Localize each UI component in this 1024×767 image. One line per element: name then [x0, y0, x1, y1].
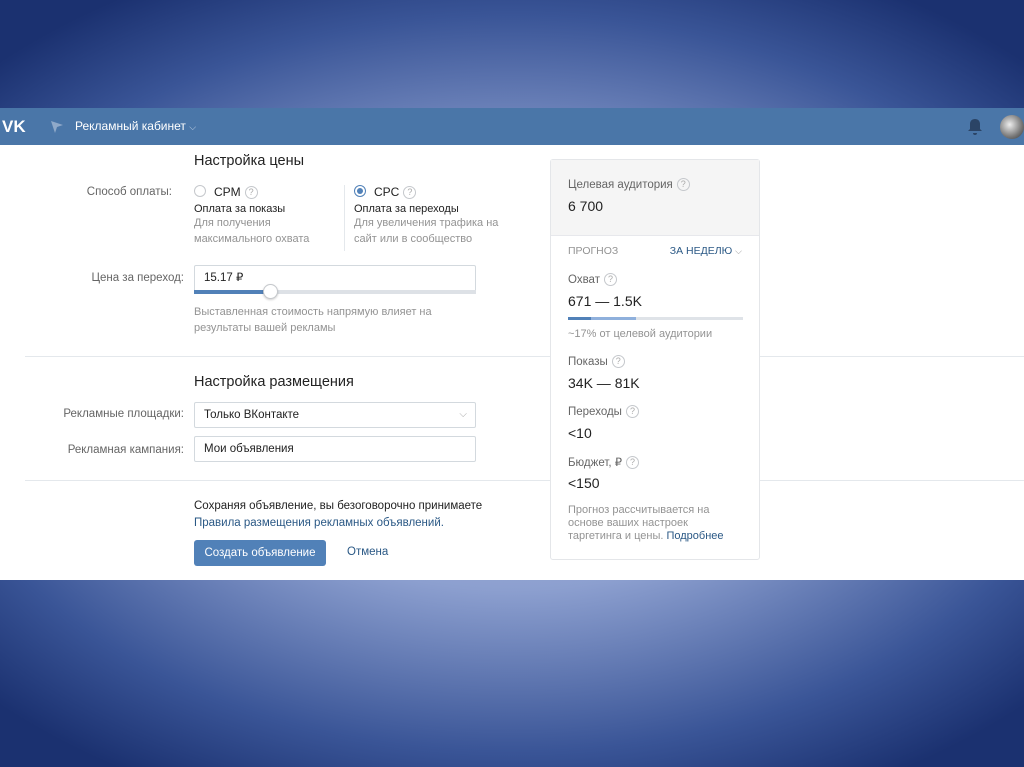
audience-label: Целевая аудитория	[568, 179, 673, 191]
campaign-value: Мои объявления	[204, 443, 294, 455]
campaign-label: Рекламная кампания:	[67, 444, 184, 456]
campaign-input[interactable]: Мои объявления	[194, 436, 476, 462]
clicks-label: Переходы	[568, 406, 622, 418]
option-cpc[interactable]: CPC? Оплата за переходы Для увеличения т…	[354, 185, 498, 247]
create-ad-button[interactable]: Создать объявление	[194, 540, 326, 566]
top-header: VK Рекламный кабинет ⌵	[0, 108, 1024, 145]
period-dropdown[interactable]: ЗА НЕДЕЛЮ ⌵	[670, 245, 742, 257]
platforms-label: Рекламные площадки:	[63, 408, 184, 420]
note-line: Прогноз рассчитывается на	[568, 504, 710, 516]
divider	[344, 185, 345, 251]
ads-cabinet-menu[interactable]: Рекламный кабинет ⌵	[75, 119, 196, 133]
platforms-select[interactable]: Только ВКонтакте ⌵	[194, 402, 476, 428]
bell-icon[interactable]	[966, 118, 984, 136]
currency-sign: ₽	[614, 457, 623, 469]
divider	[25, 480, 1024, 481]
reach-bar-min	[568, 317, 591, 320]
cpc-radio[interactable]	[354, 185, 366, 197]
price-label: Цена за переход:	[91, 272, 184, 284]
audience-value: 6 700	[568, 198, 604, 214]
help-icon[interactable]: ?	[626, 456, 640, 469]
platforms-value: Только ВКонтакте	[204, 409, 300, 421]
cancel-button[interactable]: Отмена	[347, 546, 388, 558]
chevron-down-icon: ⌵	[735, 246, 742, 256]
more-link[interactable]: Подробнее	[666, 530, 723, 542]
slider-handle[interactable]	[263, 284, 279, 299]
budget-label: Бюджет,	[568, 457, 612, 469]
avatar[interactable]	[1000, 115, 1024, 139]
reach-note: ~17% от целевой аудитории	[568, 328, 713, 340]
help-icon[interactable]: ?	[603, 273, 617, 286]
reach-value: 671 — 1.5K	[568, 293, 642, 309]
svg-text:VK: VK	[2, 118, 26, 134]
reach-bar	[568, 317, 743, 320]
help-icon[interactable]: ?	[244, 186, 258, 199]
hint-line: результаты вашей рекламы	[194, 322, 336, 334]
cpm-title: Оплата за показы	[194, 203, 286, 215]
hint-line: Выставленная стоимость напрямую влияет н…	[194, 306, 432, 318]
forecast-note: Прогноз рассчитывается на основе ваших н…	[568, 504, 724, 543]
price-heading: Настройка цены	[194, 153, 305, 169]
agree-text: Сохраняя объявление, вы безоговорочно пр…	[194, 500, 483, 512]
help-icon[interactable]: ?	[625, 405, 639, 418]
cpm-desc: максимального охвата	[194, 233, 310, 245]
placement-heading: Настройка размещения	[194, 374, 354, 390]
forecast-panel: Целевая аудитория? 6 700 ПРОГНОЗ ЗА НЕДЕ…	[550, 159, 760, 560]
cpc-label: CPC	[374, 185, 400, 199]
impressions-value: 34K — 81K	[568, 375, 640, 391]
impressions-label: Показы	[568, 356, 608, 368]
cpc-title: Оплата за переходы	[354, 203, 459, 215]
option-cpm[interactable]: CPM? Оплата за показы Для получения макс…	[194, 185, 309, 247]
price-value: 15.17	[204, 272, 233, 284]
cpm-desc: Для получения	[194, 217, 271, 229]
clicks-value: <10	[568, 425, 592, 441]
cpm-label: CPM	[214, 185, 241, 199]
payment-label: Способ оплаты:	[86, 186, 172, 198]
vk-logo-icon[interactable]: VK	[2, 118, 28, 134]
divider	[25, 356, 1024, 357]
cabinet-title: Рекламный кабинет	[75, 119, 186, 133]
budget-value: <150	[568, 475, 600, 491]
cpc-desc: Для увеличения трафика на	[354, 217, 499, 229]
period-value: ЗА НЕДЕЛЮ	[669, 245, 733, 257]
price-hint: Выставленная стоимость напрямую влияет н…	[194, 304, 432, 336]
price-input[interactable]: 15.17 ₽	[194, 265, 476, 293]
price-slider[interactable]	[194, 284, 476, 299]
slider-fill	[194, 290, 271, 294]
help-icon[interactable]: ?	[676, 178, 690, 191]
forecast-title: ПРОГНОЗ	[568, 245, 619, 257]
currency-sign: ₽	[235, 272, 244, 284]
help-icon[interactable]: ?	[611, 355, 625, 368]
chevron-down-icon: ⌵	[189, 122, 197, 132]
cpc-desc: сайт или в сообщество	[354, 233, 473, 245]
rules-link[interactable]: Правила размещения рекламных объявлений.	[194, 517, 444, 529]
cpm-radio[interactable]	[194, 185, 206, 197]
reach-label: Охват	[568, 274, 600, 286]
ads-page: VK Рекламный кабинет ⌵ Настройка цены Сп…	[0, 108, 1024, 580]
chevron-down-icon: ⌵	[459, 409, 467, 420]
note-line: основе ваших настроек	[568, 517, 688, 529]
play-icon[interactable]	[50, 120, 64, 134]
help-icon[interactable]: ?	[403, 186, 417, 199]
note-line: таргетинга и цены.	[568, 530, 664, 542]
